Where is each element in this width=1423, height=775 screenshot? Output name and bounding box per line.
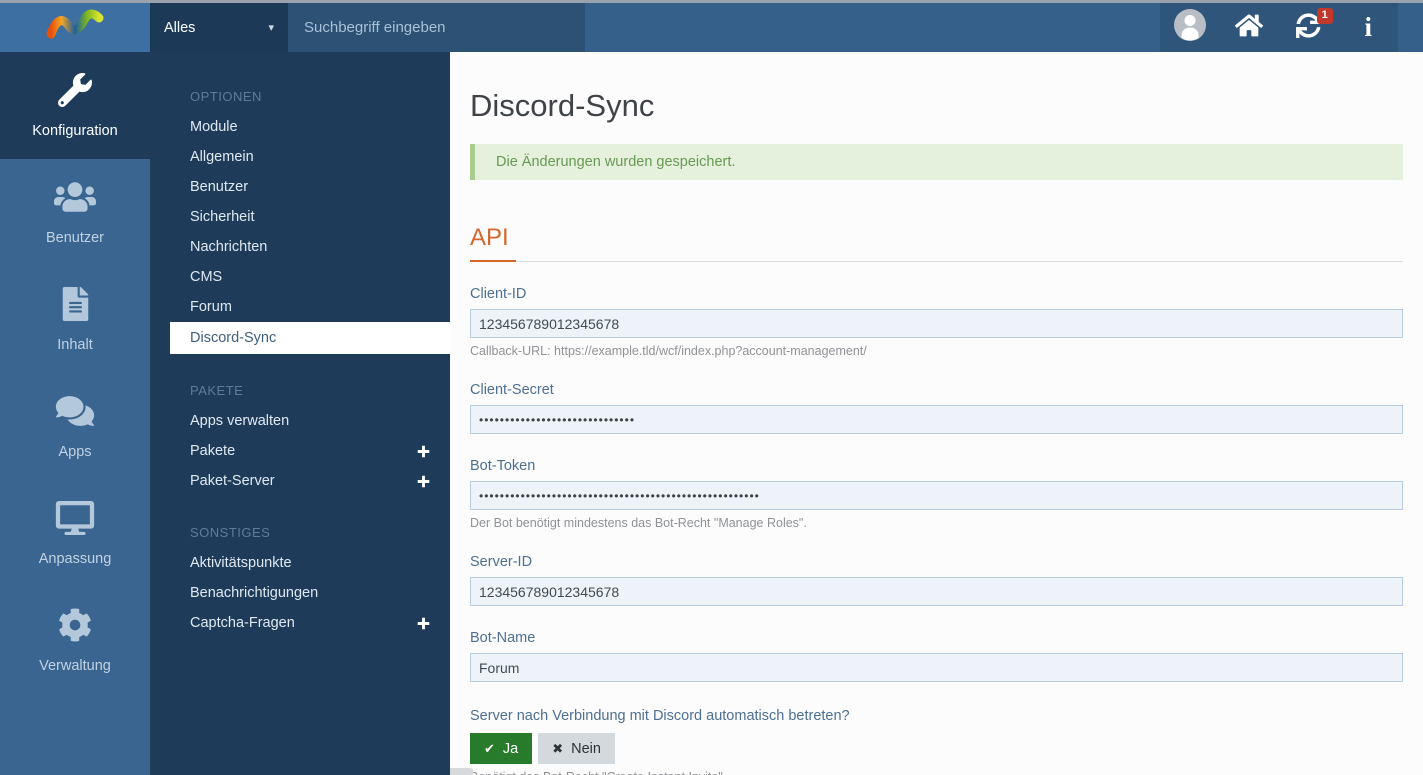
yes-button-label: Ja (502, 740, 519, 757)
menu-section-pakete: PAKETE Apps verwalten Pakete Paket-Serve… (150, 376, 450, 496)
sidebar-item-label: Verwaltung (39, 657, 111, 674)
page-title: Discord-Sync (470, 88, 655, 123)
no-button[interactable]: ✖ Nein (538, 733, 615, 764)
sidebar-item-label: Benutzer (45, 229, 105, 246)
menu-item-forum[interactable]: Forum (150, 292, 450, 322)
woltlab-logo-icon (44, 5, 106, 50)
client-secret-input[interactable] (470, 405, 1403, 434)
sidebar-item-apps[interactable]: Apps (0, 373, 150, 480)
app-logo[interactable] (0, 3, 150, 52)
menu-item-benachrichtigungen[interactable]: Benachrichtigungen (150, 578, 450, 608)
bot-token-field: Bot-Token Der Bot benötigt mindestens da… (470, 458, 1403, 530)
chevron-down-icon: ▾ (268, 22, 274, 34)
sidebar-item-label: Apps (58, 443, 92, 460)
cross-icon: ✖ (552, 740, 564, 756)
primary-sidebar: Konfiguration Benutzer Inhalt Apps Anpas… (0, 52, 150, 775)
menu-item-apps-verwalten[interactable]: Apps verwalten (150, 406, 450, 436)
plus-icon[interactable] (417, 445, 430, 458)
main-content: Discord-Sync Die Änderungen wurden gespe… (450, 52, 1423, 775)
section-title: API (470, 224, 509, 251)
client-id-input[interactable] (470, 309, 1403, 338)
topbar-end-spacer (1398, 3, 1423, 52)
users-icon (54, 180, 96, 219)
menu-item-benutzer[interactable]: Benutzer (150, 172, 450, 202)
client-id-hint: Callback-URL: https://example.tld/wcf/in… (470, 344, 867, 358)
plus-icon[interactable] (417, 617, 430, 630)
menu-section-title: PAKETE (190, 383, 244, 398)
no-button-label: Nein (571, 740, 601, 757)
sync-button[interactable]: 1 (1287, 3, 1333, 52)
auto-join-label: Server nach Verbindung mit Discord autom… (470, 708, 850, 724)
menu-section-sonstiges: SONSTIGES Aktivitätspunkte Benachrichtig… (150, 518, 450, 638)
menu-item-nachrichten[interactable]: Nachrichten (150, 232, 450, 262)
server-id-field: Server-ID (470, 554, 1403, 606)
auto-join-question: Server nach Verbindung mit Discord autom… (470, 708, 1403, 775)
bot-name-label: Bot-Name (470, 630, 536, 646)
menu-item-discord-sync[interactable]: Discord-Sync (170, 322, 450, 354)
secondary-menu: OPTIONEN Module Allgemein Benutzer Siche… (150, 52, 450, 775)
sidebar-item-konfiguration[interactable]: Konfiguration (0, 52, 150, 159)
notification-badge: 1 (1316, 8, 1333, 24)
client-secret-field: Client-Secret (470, 382, 1403, 434)
sidebar-item-label: Anpassung (38, 550, 112, 567)
comments-icon (55, 394, 95, 433)
menu-item-paket-server[interactable]: Paket-Server (150, 466, 450, 496)
search-input[interactable] (288, 19, 585, 36)
user-menu-button[interactable] (1168, 3, 1212, 52)
search-scope-label: Alles (164, 19, 196, 36)
menu-item-cms[interactable]: CMS (150, 262, 450, 292)
yes-button[interactable]: ✔ Ja (470, 733, 533, 764)
document-icon (62, 286, 89, 326)
sidebar-item-benutzer[interactable]: Benutzer (0, 159, 150, 266)
client-id-label: Client-ID (470, 286, 527, 302)
partial-bottom-element (450, 768, 473, 775)
menu-item-sicherheit[interactable]: Sicherheit (150, 202, 450, 232)
sidebar-item-verwaltung[interactable]: Verwaltung (0, 587, 150, 694)
auto-join-buttons: ✔ Ja ✖ Nein (470, 733, 1403, 764)
info-button[interactable]: i (1346, 3, 1390, 52)
bot-token-label: Bot-Token (470, 458, 536, 474)
bot-token-input[interactable] (470, 481, 1403, 510)
sidebar-item-anpassung[interactable]: Anpassung (0, 480, 150, 587)
sidebar-item-label: Konfiguration (32, 122, 118, 139)
gear-icon (58, 608, 92, 647)
client-secret-label: Client-Secret (470, 382, 554, 398)
menu-section-optionen: OPTIONEN Module Allgemein Benutzer Siche… (150, 82, 450, 354)
home-icon (1235, 13, 1264, 43)
client-id-field: Client-ID Callback-URL: https://example.… (470, 286, 1403, 358)
menu-section-title: SONSTIGES (190, 525, 271, 540)
admin-panel: Alles ▾ Suchbegriff eingeben 1 i Konfigu… (0, 0, 1423, 775)
menu-section-title: OPTIONEN (190, 89, 262, 104)
avatar (1173, 9, 1206, 46)
menu-item-aktivitaetspunkte[interactable]: Aktivitätspunkte (150, 548, 450, 578)
info-icon: i (1364, 12, 1372, 42)
sidebar-item-label: Inhalt (57, 336, 93, 353)
success-message: Die Änderungen wurden gespeichert. (470, 144, 1403, 180)
search-box (288, 3, 585, 52)
bot-name-input[interactable] (470, 653, 1403, 682)
sidebar-item-inhalt[interactable]: Inhalt (0, 266, 150, 373)
wrench-icon (57, 72, 93, 112)
section-head-api: API (470, 224, 1403, 262)
topbar-icon-area: 1 i (1160, 3, 1398, 52)
search-scope-dropdown[interactable]: Alles ▾ (150, 3, 288, 52)
auto-join-hint: Benötigt das Bot-Recht "Create Instant I… (470, 770, 1403, 775)
home-button[interactable] (1227, 3, 1271, 52)
menu-item-pakete[interactable]: Pakete (150, 436, 450, 466)
server-id-label: Server-ID (470, 554, 533, 570)
server-id-input[interactable] (470, 577, 1403, 606)
bot-token-hint: Der Bot benötigt mindestens das Bot-Rech… (470, 516, 807, 530)
menu-item-captcha-fragen[interactable]: Captcha-Fragen (150, 608, 450, 638)
bot-name-field: Bot-Name (470, 630, 1403, 682)
menu-item-allgemein[interactable]: Allgemein (150, 142, 450, 172)
menu-item-module[interactable]: Module (150, 112, 450, 142)
desktop-icon (55, 500, 95, 540)
topbar: Alles ▾ Suchbegriff eingeben 1 i (0, 0, 1423, 52)
check-icon: ✔ (484, 740, 495, 756)
plus-icon[interactable] (417, 475, 430, 488)
